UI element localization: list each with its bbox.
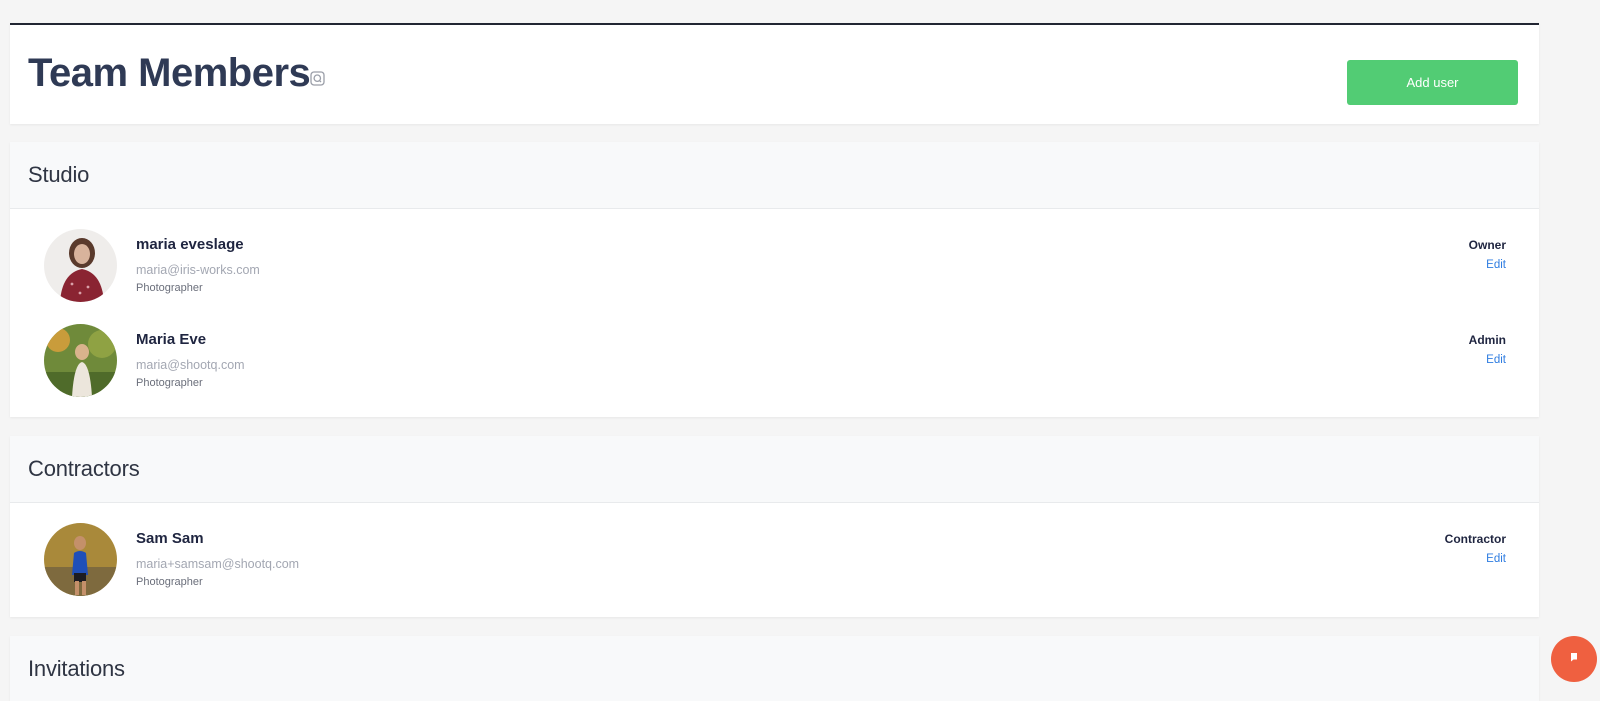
edit-member-link[interactable]: Edit [1486,553,1506,565]
page-title: Team Members [28,51,311,95]
member-row: maria eveslage maria@iris-works.com Phot… [10,209,1539,304]
member-role: Owner [1468,238,1506,252]
section-studio: Studio maria eveslage maria@iris-works.c… [10,142,1539,417]
section-header: Contractors [10,436,1539,503]
edit-member-link[interactable]: Edit [1486,354,1506,366]
member-row: Maria Eve maria@shootq.com Photographer … [10,304,1539,399]
section-title: Contractors [28,456,140,481]
member-name: maria eveslage [136,236,244,253]
member-role: Contractor [1444,532,1506,546]
member-email: maria@iris-works.com [136,263,260,277]
member-role: Admin [1468,333,1506,347]
member-row: Sam Sam maria+samsam@shootq.com Photogra… [10,503,1539,598]
page-header: Team Members Add user [10,23,1539,124]
section-contractors: Contractors Sam Sam maria+samsam@shootq.… [10,436,1539,617]
add-user-button[interactable]: Add user [1347,60,1518,105]
avatar [44,229,117,302]
member-name: Sam Sam [136,530,204,547]
chat-launcher-button[interactable] [1551,636,1597,682]
section-header: Invitations [10,636,1539,701]
member-email: maria@shootq.com [136,358,245,372]
team-members-page: Team Members Add user Studio maria evesl… [0,0,1600,701]
member-job-title: Photographer [136,576,203,588]
section-invitations: Invitations [10,636,1539,701]
avatar [44,523,117,596]
avatar [44,324,117,397]
member-job-title: Photographer [136,377,203,389]
member-email: maria+samsam@shootq.com [136,557,300,571]
chat-icon [1568,650,1580,668]
section-title: Invitations [28,656,125,681]
section-header: Studio [10,142,1539,209]
member-job-title: Photographer [136,282,203,294]
help-icon[interactable] [310,71,325,86]
member-name: Maria Eve [136,331,207,348]
section-title: Studio [28,162,90,187]
edit-member-link[interactable]: Edit [1486,259,1506,271]
